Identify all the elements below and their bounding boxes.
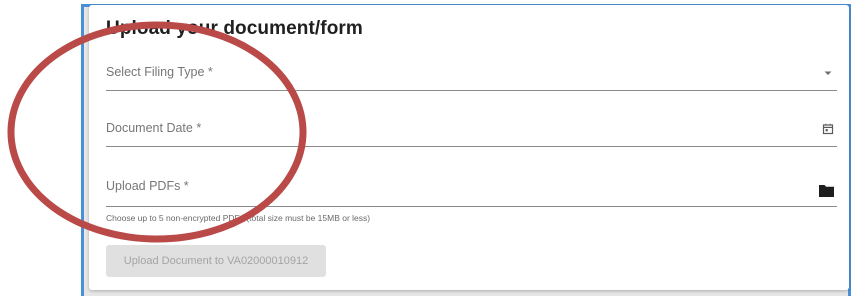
document-date-label: Document Date * [106,121,202,135]
upload-form-card: Upload your document/form Select Filing … [89,5,849,290]
form-title: Upload your document/form [106,18,363,39]
folder-icon[interactable] [818,183,835,198]
upload-document-button[interactable]: Upload Document to VA02000010912 [106,245,326,277]
document-date-field[interactable]: Document Date * [106,116,837,147]
filing-type-select[interactable]: Select Filing Type * [106,60,837,91]
calendar-icon[interactable] [821,122,835,136]
dropdown-arrow-icon[interactable] [821,66,835,80]
upload-helper-text: Choose up to 5 non-encrypted PDFs (total… [106,213,371,223]
page: Upload your document/form Select Filing … [0,0,857,297]
filing-type-label: Select Filing Type * [106,65,213,79]
upload-pdfs-label: Upload PDFs * [106,179,189,193]
upload-pdfs-field[interactable]: Upload PDFs * [106,174,837,207]
